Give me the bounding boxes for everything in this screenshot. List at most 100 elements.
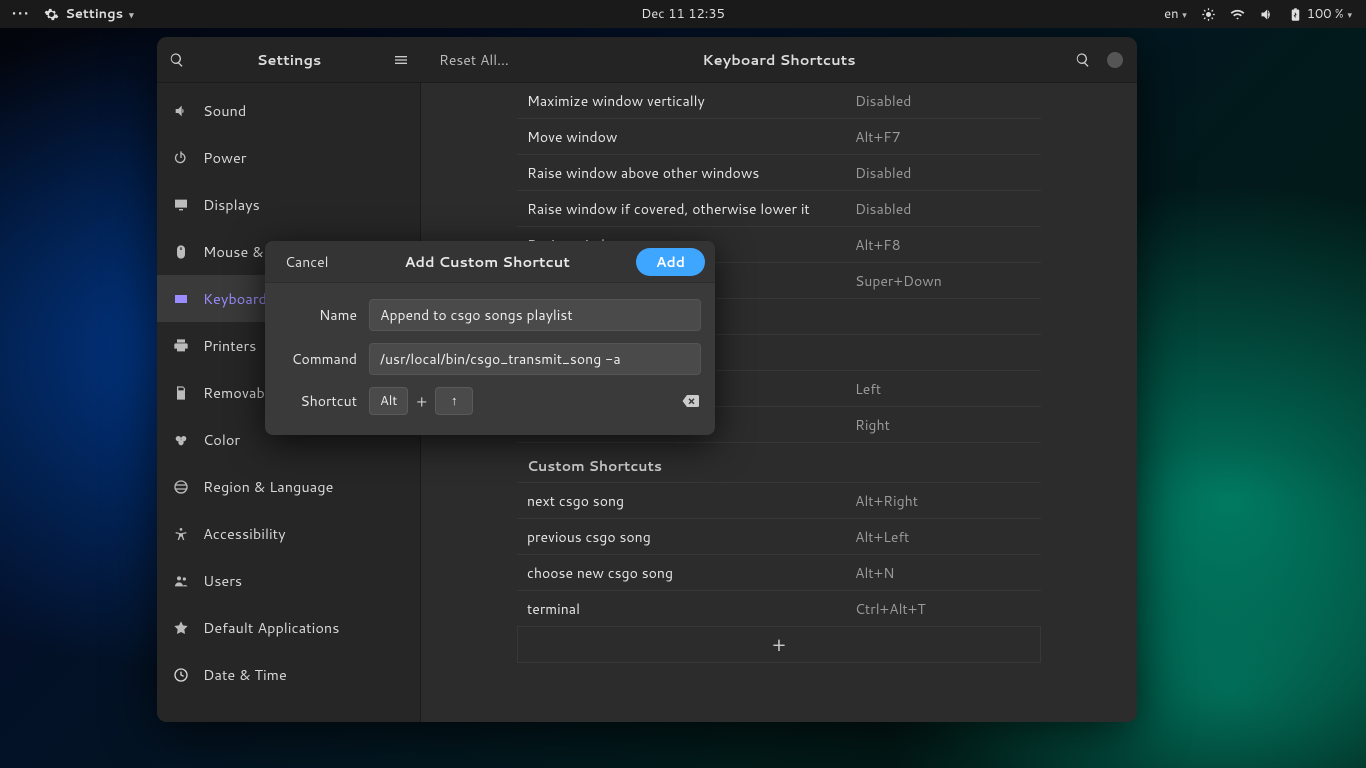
shortcut-row[interactable]: next csgo songAlt+Right: [517, 483, 1041, 519]
backspace-icon[interactable]: [679, 392, 701, 410]
datetime-icon: [173, 667, 189, 683]
key-plus: +: [416, 390, 427, 413]
sidebar-item-label: Default Applications: [203, 617, 339, 638]
shortcut-row[interactable]: Raise window above other windowsDisabled: [517, 155, 1041, 191]
removable-icon: [173, 385, 189, 401]
window-control-icon[interactable]: [1107, 52, 1123, 68]
shortcut-value: Disabled: [851, 91, 1041, 111]
defapps-icon: [173, 620, 189, 636]
add-custom-shortcut-dialog: Cancel Add Custom Shortcut Add Name Comm…: [265, 241, 715, 435]
battery-indicator[interactable]: 100 % ▾: [1288, 5, 1352, 23]
shortcut-value: Alt+F8: [851, 235, 1041, 255]
clock[interactable]: Dec 11 12:35: [641, 5, 725, 23]
wifi-icon[interactable]: [1230, 7, 1245, 22]
shortcut-label: Raise window above other windows: [517, 163, 851, 183]
printers-icon: [173, 338, 189, 354]
shortcut-value: Left: [851, 379, 1041, 399]
app-menu[interactable]: Settings ▾: [44, 5, 133, 23]
sidebar-item-label: Printers: [203, 335, 256, 356]
dialog-title: Add Custom Shortcut: [404, 251, 569, 272]
gear-icon: [44, 7, 59, 22]
sidebar-item-sound[interactable]: Sound: [157, 87, 420, 134]
top-panel: ••• Settings ▾ Dec 11 12:35 en ▾ 100 % ▾: [0, 0, 1366, 28]
users-icon: [173, 573, 189, 589]
page-title: Keyboard Shortcuts: [702, 49, 855, 70]
shortcut-value: Disabled: [851, 199, 1041, 219]
activities-dots[interactable]: •••: [12, 5, 30, 23]
sidebar-item-label: Power: [203, 147, 246, 168]
shortcut-label: previous csgo song: [517, 527, 851, 547]
sidebar-item-label: Color: [203, 429, 240, 450]
shortcut-row[interactable]: terminalCtrl+Alt+T: [517, 591, 1041, 627]
shortcut-input[interactable]: Alt + ↑: [369, 387, 701, 415]
search-icon[interactable]: [1075, 52, 1091, 68]
shortcut-value: Alt+Right: [851, 491, 1041, 511]
shortcut-label: Move window: [517, 127, 851, 147]
window-titlebar: Settings Reset All… Keyboard Shortcuts: [157, 37, 1137, 83]
input-lang[interactable]: en ▾: [1164, 5, 1187, 23]
custom-shortcuts-header: Custom Shortcuts: [517, 443, 1041, 483]
volume-icon[interactable]: [1259, 7, 1274, 22]
shortcut-value: Ctrl+Alt+T: [851, 599, 1041, 619]
reset-all-button[interactable]: Reset All…: [421, 50, 509, 70]
shortcut-value: Super+Down: [851, 271, 1041, 291]
shortcut-row[interactable]: Maximize window verticallyDisabled: [517, 83, 1041, 119]
displays-icon: [173, 197, 189, 213]
chevron-down-icon: ▾: [1347, 8, 1352, 21]
sidebar-item-region[interactable]: Region & Language: [157, 463, 420, 510]
hamburger-icon[interactable]: [393, 52, 409, 68]
sidebar-item-label: Sound: [203, 100, 246, 121]
sidebar-item-label: Accessibility: [203, 523, 286, 544]
search-icon[interactable]: [169, 52, 185, 68]
shortcut-label: terminal: [517, 599, 851, 619]
sidebar-item-datetime[interactable]: Date & Time: [157, 651, 420, 698]
shortcut-value: Alt+F7: [851, 127, 1041, 147]
name-input[interactable]: [369, 299, 701, 331]
add-shortcut-button[interactable]: +: [517, 627, 1041, 663]
name-label: Name: [279, 305, 357, 325]
shortcut-value: Disabled: [851, 163, 1041, 183]
keyboard-icon: [173, 291, 189, 307]
brightness-icon[interactable]: [1201, 7, 1216, 22]
shortcut-label: Maximize window vertically: [517, 91, 851, 111]
dialog-header: Cancel Add Custom Shortcut Add: [265, 241, 715, 283]
key-alt: Alt: [369, 387, 408, 415]
shortcut-row[interactable]: Raise window if covered, otherwise lower…: [517, 191, 1041, 227]
mouse-icon: [173, 244, 189, 260]
sound-icon: [173, 103, 189, 119]
sidebar-item-a11y[interactable]: Accessibility: [157, 510, 420, 557]
sidebar-item-label: Region & Language: [203, 476, 333, 497]
key-up: ↑: [435, 387, 473, 415]
shortcut-value: Alt+N: [851, 563, 1041, 583]
shortcut-row[interactable]: Move windowAlt+F7: [517, 119, 1041, 155]
battery-label: 100 %: [1307, 5, 1344, 23]
sidebar-item-label: Date & Time: [203, 664, 287, 685]
app-menu-label: Settings: [65, 5, 123, 23]
sidebar-item-power[interactable]: Power: [157, 134, 420, 181]
sidebar-item-label: Displays: [203, 194, 260, 215]
shortcut-label: next csgo song: [517, 491, 851, 511]
chevron-down-icon: ▾: [129, 8, 134, 21]
shortcut-value: Alt+Left: [851, 527, 1041, 547]
sidebar-item-defapps[interactable]: Default Applications: [157, 604, 420, 651]
shortcut-value: Right: [851, 415, 1041, 435]
region-icon: [173, 479, 189, 495]
shortcut-label: choose new csgo song: [517, 563, 851, 583]
shortcut-label: Shortcut: [279, 391, 357, 411]
app-title: Settings: [257, 49, 322, 70]
color-icon: [173, 432, 189, 448]
cancel-button[interactable]: Cancel: [275, 246, 339, 278]
chevron-down-icon: ▾: [1182, 8, 1187, 21]
power-icon: [173, 150, 189, 166]
sidebar-item-users[interactable]: Users: [157, 557, 420, 604]
sidebar-item-label: Users: [203, 570, 242, 591]
sidebar-item-displays[interactable]: Displays: [157, 181, 420, 228]
command-input[interactable]: [369, 343, 701, 375]
shortcut-label: Raise window if covered, otherwise lower…: [517, 199, 851, 219]
shortcut-row[interactable]: previous csgo songAlt+Left: [517, 519, 1041, 555]
battery-icon: [1288, 7, 1303, 22]
add-button[interactable]: Add: [636, 248, 705, 276]
a11y-icon: [173, 526, 189, 542]
command-label: Command: [279, 349, 357, 369]
shortcut-row[interactable]: choose new csgo songAlt+N: [517, 555, 1041, 591]
